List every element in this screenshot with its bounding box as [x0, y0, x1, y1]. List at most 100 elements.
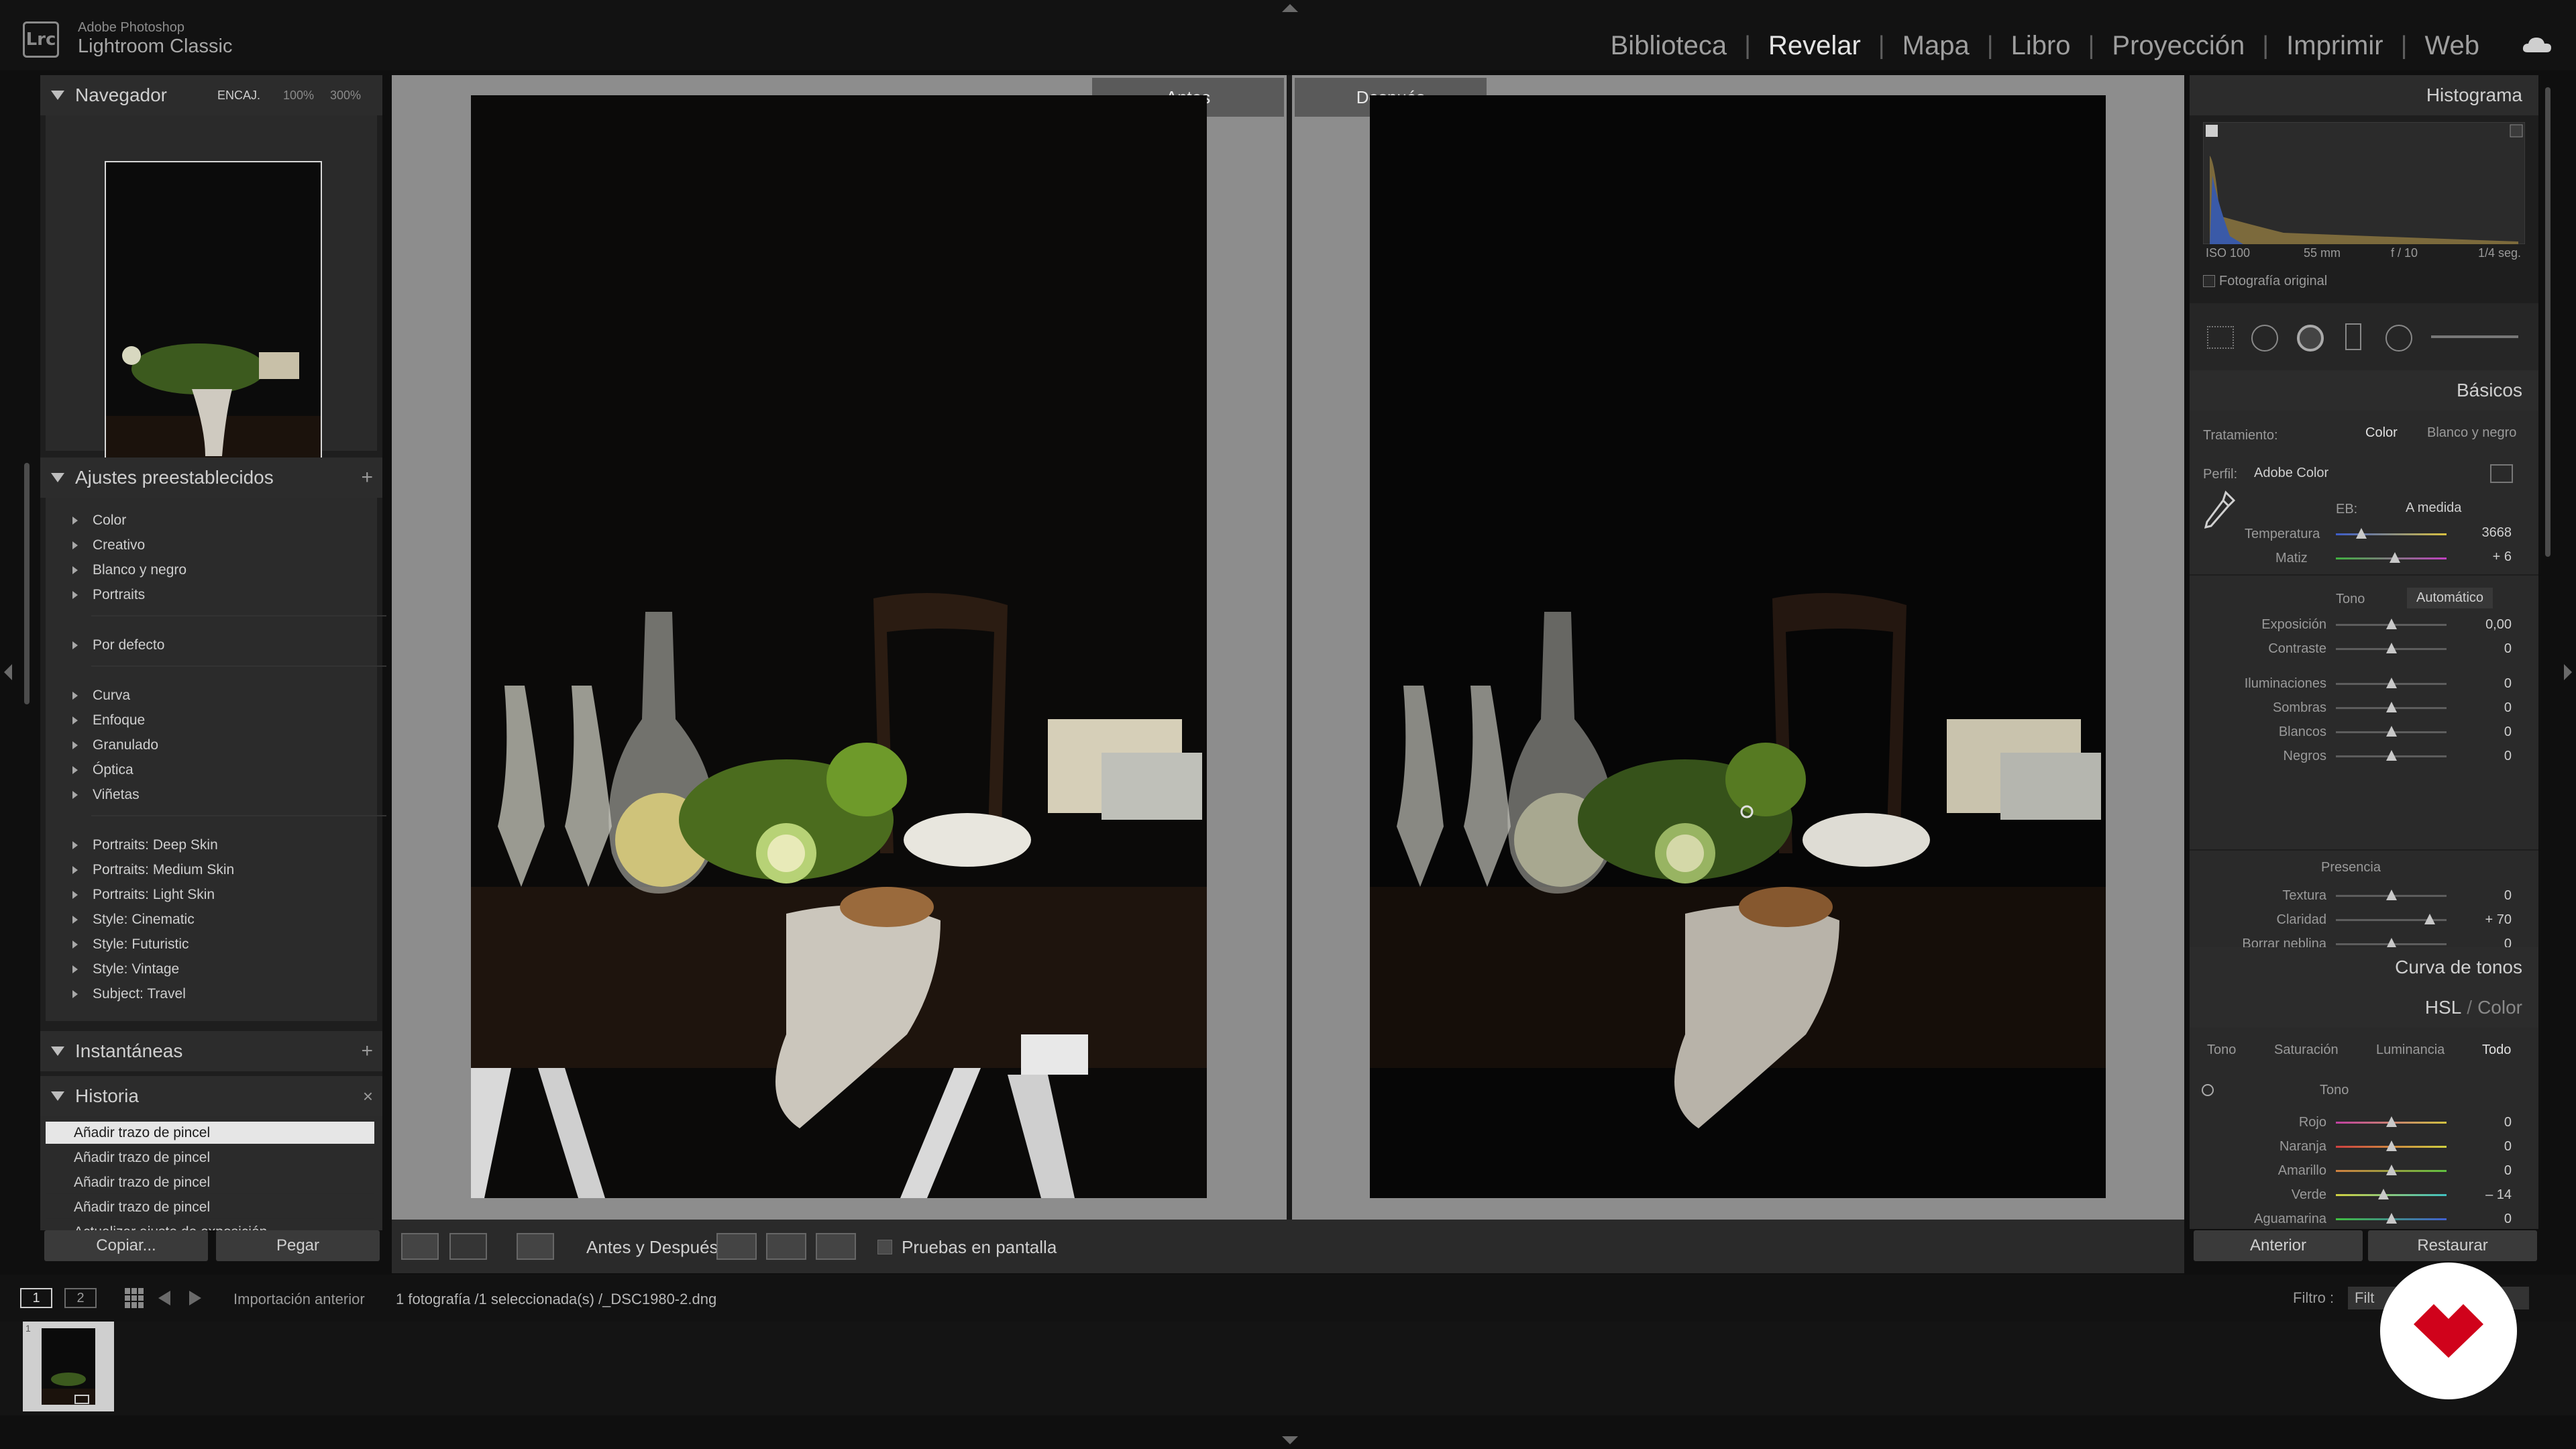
file-info[interactable]: 1 fotografía /1 seleccionada(s) /_DSC198… — [396, 1291, 716, 1308]
presets-header[interactable]: Ajustes preestablecidos + — [40, 458, 382, 498]
histogram-header[interactable]: Histograma — [2190, 75, 2538, 115]
module-proyeccion[interactable]: Proyección — [2094, 31, 2262, 61]
treatment-color[interactable]: Color — [2365, 425, 2398, 441]
preset-folder[interactable]: Style: Cinematic — [72, 912, 195, 928]
collapse-left-icon[interactable] — [4, 664, 12, 680]
grid-view-icon[interactable] — [125, 1288, 145, 1308]
filmstrip-thumb-cell[interactable]: 1 — [23, 1322, 114, 1411]
tone-value[interactable]: 0 — [2465, 700, 2512, 716]
preset-folder[interactable]: Color — [72, 513, 126, 529]
tint-slider[interactable] — [2336, 552, 2447, 563]
presence-value[interactable]: 0 — [2465, 888, 2512, 904]
tone-value[interactable]: 0 — [2465, 641, 2512, 657]
copy-button[interactable]: Copiar... — [44, 1230, 208, 1261]
tone-slider-thumb[interactable] — [2385, 726, 2397, 737]
original-photo-checkbox[interactable] — [2203, 275, 2215, 287]
tone-slider-thumb[interactable] — [2385, 702, 2397, 712]
history-item[interactable]: Añadir trazo de pincel — [46, 1146, 374, 1169]
window-2-button[interactable]: 2 — [64, 1288, 97, 1308]
right-scrollbar[interactable] — [2545, 87, 2551, 557]
hsl-naranja-value[interactable]: 0 — [2465, 1139, 2512, 1155]
after-photo[interactable] — [1370, 95, 2106, 1198]
presence-value[interactable]: + 70 — [2465, 912, 2512, 928]
hsl-title-a[interactable]: HSL — [2425, 997, 2461, 1018]
window-1-button[interactable]: 1 — [20, 1288, 52, 1308]
temp-value[interactable]: 3668 — [2465, 525, 2512, 541]
history-header[interactable]: Historia × — [40, 1076, 382, 1116]
heal-tool-icon[interactable] — [2251, 325, 2278, 352]
navigator-thumbnail[interactable] — [105, 161, 322, 484]
profile-select[interactable]: Adobe Color — [2254, 466, 2328, 481]
module-biblioteca[interactable]: Biblioteca — [1593, 31, 1744, 61]
tone-value[interactable]: 0 — [2465, 676, 2512, 692]
previous-button[interactable]: Anterior — [2194, 1230, 2363, 1261]
eyedropper-icon[interactable] — [2203, 490, 2237, 530]
collapse-top-icon[interactable] — [1282, 4, 1298, 12]
hsl-naranja-slider-thumb[interactable] — [2385, 1140, 2397, 1151]
collapse-right-icon[interactable] — [2564, 664, 2572, 680]
history-item[interactable]: Actualizar ajuste de exposición — [46, 1221, 374, 1231]
copy-before-to-after-button[interactable] — [716, 1233, 757, 1260]
preset-folder[interactable]: Granulado — [72, 737, 158, 753]
preset-folder[interactable]: Style: Futuristic — [72, 936, 189, 953]
tone-value[interactable]: 0,00 — [2465, 617, 2512, 633]
preset-folder[interactable]: Por defecto — [72, 637, 164, 653]
presence-slider-thumb[interactable] — [2385, 890, 2397, 900]
module-web[interactable]: Web — [2407, 31, 2497, 61]
hsl-title-b[interactable]: Color — [2477, 997, 2522, 1018]
hsl-amarillo-value[interactable]: 0 — [2465, 1163, 2512, 1179]
module-libro[interactable]: Libro — [1994, 31, 2088, 61]
hsl-rojo-slider[interactable] — [2336, 1116, 2447, 1127]
graduated-filter-icon[interactable] — [2345, 323, 2361, 350]
hsl-verde-slider[interactable] — [2336, 1189, 2447, 1199]
clear-history-icon[interactable]: × — [363, 1086, 373, 1107]
before-after-mode-button[interactable] — [517, 1233, 554, 1260]
target-adjust-icon[interactable] — [2202, 1084, 2214, 1096]
tone-slider-thumb[interactable] — [2385, 643, 2397, 653]
tone-value[interactable]: 0 — [2465, 749, 2512, 764]
add-preset-icon[interactable]: + — [361, 466, 373, 489]
histogram-graph[interactable] — [2203, 122, 2525, 244]
hsl-tab[interactable]: Todo — [2482, 1042, 2511, 1058]
tone-slider[interactable] — [2336, 643, 2447, 653]
hsl-amarillo-slider[interactable] — [2336, 1165, 2447, 1175]
preset-folder[interactable]: Óptica — [72, 762, 133, 778]
preset-folder[interactable]: Subject: Travel — [72, 986, 186, 1002]
history-item[interactable]: Añadir trazo de pincel — [46, 1122, 374, 1144]
tone-slider[interactable] — [2336, 750, 2447, 761]
tone-slider[interactable] — [2336, 726, 2447, 737]
hsl-rojo-value[interactable]: 0 — [2465, 1115, 2512, 1130]
preset-folder[interactable]: Style: Vintage — [72, 961, 179, 977]
brush-tool-icon[interactable] — [2431, 335, 2518, 338]
radial-filter-icon[interactable] — [2385, 325, 2412, 352]
hsl-tab[interactable]: Tono — [2207, 1042, 2236, 1058]
tone-slider-thumb[interactable] — [2385, 678, 2397, 688]
preset-folder[interactable]: Blanco y negro — [72, 562, 186, 578]
history-item[interactable]: Añadir trazo de pincel — [46, 1171, 374, 1194]
navigator-header[interactable]: Navegador ENCAJ. 100% 300% — [40, 75, 382, 115]
reset-button[interactable]: Restaurar — [2368, 1230, 2537, 1261]
left-scrollbar[interactable] — [24, 463, 30, 704]
hsl-aguamarina-slider[interactable] — [2336, 1213, 2447, 1224]
presence-slider[interactable] — [2336, 938, 2447, 949]
module-mapa[interactable]: Mapa — [1885, 31, 1987, 61]
tone-slider[interactable] — [2336, 702, 2447, 712]
module-revelar[interactable]: Revelar — [1751, 31, 1878, 61]
before-photo[interactable] — [471, 95, 1207, 1198]
nav-zoom-100[interactable]: 100% — [283, 89, 314, 103]
preset-folder[interactable]: Enfoque — [72, 712, 145, 729]
profile-browser-icon[interactable] — [2490, 464, 2513, 483]
treatment-bw[interactable]: Blanco y negro — [2427, 425, 2516, 441]
preset-folder[interactable]: Portraits: Deep Skin — [72, 837, 218, 853]
preset-folder[interactable]: Creativo — [72, 537, 145, 553]
copy-after-to-before-button[interactable] — [766, 1233, 806, 1260]
hsl-verde-slider-thumb[interactable] — [2377, 1189, 2389, 1199]
tint-slider-thumb[interactable] — [2390, 552, 2400, 563]
nav-zoom-300[interactable]: 300% — [330, 89, 361, 103]
hsl-rojo-slider-thumb[interactable] — [2385, 1116, 2397, 1127]
loupe-view-button[interactable] — [401, 1233, 439, 1260]
compare-view-button[interactable] — [449, 1233, 487, 1260]
swap-before-after-button[interactable] — [816, 1233, 856, 1260]
crop-tool-icon[interactable] — [2207, 326, 2234, 349]
auto-button[interactable]: Automático — [2407, 588, 2493, 608]
